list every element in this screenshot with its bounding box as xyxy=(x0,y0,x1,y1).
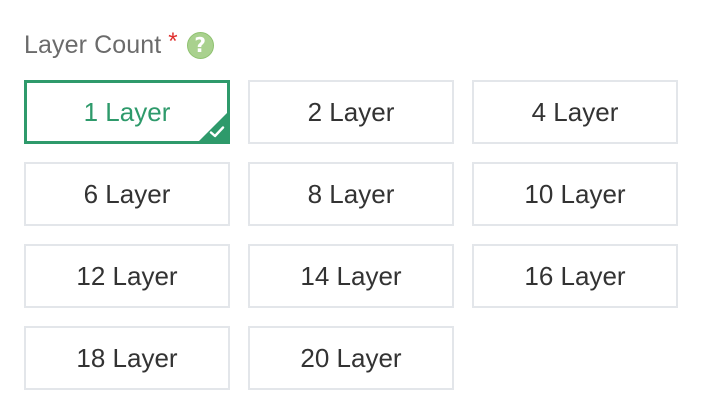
layer-option-2[interactable]: 2 Layer xyxy=(248,80,454,144)
layer-option-1[interactable]: 1 Layer xyxy=(24,80,230,144)
required-asterisk: * xyxy=(168,28,178,55)
layer-option-label: 6 Layer xyxy=(83,178,171,209)
help-question-icon[interactable]: ? xyxy=(186,31,214,59)
layer-option-10[interactable]: 10 Layer xyxy=(472,162,678,226)
layer-count-label-row: Layer Count * ? xyxy=(24,26,680,64)
layer-option-label: 20 Layer xyxy=(300,342,402,373)
layer-option-20[interactable]: 20 Layer xyxy=(248,326,454,390)
layer-option-label: 12 Layer xyxy=(76,260,178,291)
layer-option-label: 4 Layer xyxy=(531,96,619,127)
layer-option-label: 8 Layer xyxy=(307,178,395,209)
layer-option-label: 1 Layer xyxy=(83,96,171,127)
layer-option-6[interactable]: 6 Layer xyxy=(24,162,230,226)
layer-option-4[interactable]: 4 Layer xyxy=(472,80,678,144)
layer-option-18[interactable]: 18 Layer xyxy=(24,326,230,390)
layer-count-field: Layer Count * ? 1 Layer 2 Layer 4 Layer xyxy=(24,26,680,390)
checkmark-icon xyxy=(209,126,225,138)
layer-count-options: 1 Layer 2 Layer 4 Layer 6 Layer 8 Layer … xyxy=(24,80,678,390)
layer-option-label: 16 Layer xyxy=(524,260,626,291)
layer-option-14[interactable]: 14 Layer xyxy=(248,244,454,308)
layer-option-label: 2 Layer xyxy=(307,96,395,127)
layer-option-label: 14 Layer xyxy=(300,260,402,291)
layer-option-label: 10 Layer xyxy=(524,178,626,209)
layer-option-8[interactable]: 8 Layer xyxy=(248,162,454,226)
layer-option-label: 18 Layer xyxy=(76,342,178,373)
layer-count-label: Layer Count xyxy=(24,30,162,59)
layer-option-16[interactable]: 16 Layer xyxy=(472,244,678,308)
layer-option-12[interactable]: 12 Layer xyxy=(24,244,230,308)
